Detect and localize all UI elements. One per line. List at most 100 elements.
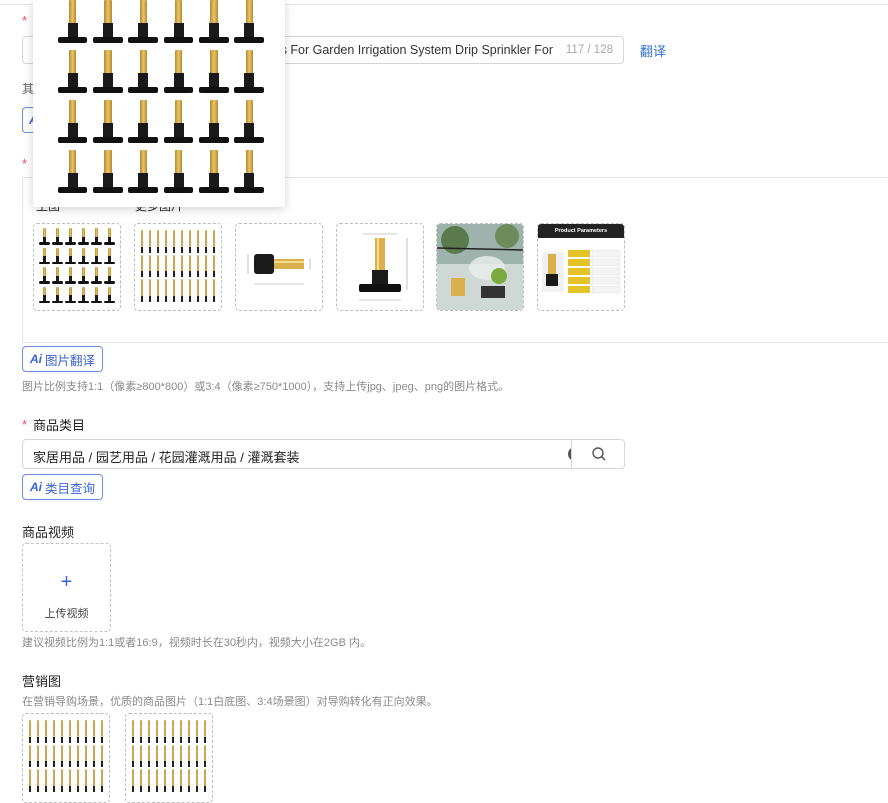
sprinkler-icon (129, 744, 137, 770)
product-image-3[interactable] (235, 223, 323, 311)
category-label: 商品类目 (33, 418, 86, 433)
category-query-label: 类目查询 (45, 481, 96, 496)
sprinkler-icon (137, 720, 145, 745)
image-translate-label: 图片翻译 (45, 353, 96, 368)
sprinkler-icon (90, 150, 125, 200)
search-icon (592, 447, 606, 461)
sprinkler-icon (170, 254, 178, 280)
translate-title-link[interactable]: 翻译 (640, 41, 666, 60)
sprinkler-icon (232, 150, 267, 200)
sprinkler-icon (90, 50, 125, 100)
sprinkler-icon (154, 254, 162, 280)
image-help-text: 图片比例支持1:1（像素≥800*800）或3:4（像素≥750*1000），支… (22, 381, 510, 393)
sprinkler-icon (178, 254, 186, 280)
sprinkler-icon (161, 769, 169, 794)
sprinkler-icon (103, 247, 116, 268)
product-image-1[interactable] (33, 223, 121, 311)
ai-icon: Ai (30, 480, 42, 494)
garden-photo (437, 224, 523, 310)
sprinkler-icon (98, 744, 106, 770)
sprinkler-icon (74, 769, 82, 794)
sprinkler-icon (129, 720, 137, 745)
sprinkler-icon (194, 254, 202, 280)
sprinkler-icon (201, 744, 209, 770)
category-input[interactable]: 家居用品 / 园艺用品 / 花园灌溉用品 / 灌溉套装 ✕ (22, 439, 592, 469)
sprinkler-icon (26, 720, 34, 745)
sprinkler-icon (82, 720, 90, 745)
category-search-button[interactable] (571, 439, 625, 469)
sprinkler-icon (186, 279, 194, 304)
title-char-counter: 117 / 128 (565, 44, 613, 56)
video-label: 商品视频 (22, 525, 75, 540)
sprinkler-icon (162, 254, 170, 280)
product-image-6[interactable]: Product Parameters (537, 223, 625, 311)
sprinkler-icon (194, 230, 202, 255)
image-preview-popup (33, 0, 285, 207)
sprinkler-icon (210, 254, 218, 280)
sprinkler-icon (90, 228, 103, 248)
sprinkler-icon (232, 50, 267, 100)
sprinkler-icon (193, 720, 201, 745)
sprinkler-icon (145, 720, 153, 745)
marketing-help-text: 在营销导购场景，优质的商品图片（1:1白底图、3:4场景图）对导购转化有正向效果… (22, 696, 438, 708)
sprinkler-icon (77, 247, 90, 268)
sprinkler-icon (185, 769, 193, 794)
sprinkler-icon (137, 744, 145, 770)
sprinkler-icon (26, 744, 34, 770)
sprinkler-icon (153, 720, 161, 745)
sprinkler-icon (232, 0, 267, 50)
sprinkler-icon (58, 769, 66, 794)
sprinkler-icon (64, 267, 77, 287)
category-query-button[interactable]: Ai 类目查询 (22, 474, 104, 500)
sprinkler-icon (161, 744, 169, 770)
product-image-4[interactable] (336, 223, 424, 311)
category-value: 家居用品 / 园艺用品 / 花园灌溉用品 / 灌溉套装 (33, 450, 300, 465)
sprinkler-icon (202, 230, 210, 255)
sprinkler-icon (146, 279, 154, 304)
ai-icon: Ai (30, 352, 42, 366)
sprinkler-icon (178, 279, 186, 304)
sprinkler-icon (138, 230, 146, 255)
sprinkler-icon (201, 720, 209, 745)
sprinkler-icon (161, 150, 196, 200)
product-image-2[interactable] (134, 223, 222, 311)
sprinkler-icon (42, 720, 50, 745)
sprinkler-icon (90, 720, 98, 745)
sprinkler-icon (90, 744, 98, 770)
sprinkler-icon (129, 769, 137, 794)
sprinkler-icon (55, 150, 90, 200)
sprinkler-icon (64, 286, 77, 307)
title-input-value: s For Garden Irrigation System Drip Spri… (280, 43, 553, 57)
sprinkler-icon (126, 100, 161, 150)
sprinkler-icon (138, 279, 146, 304)
sprinkler-icon (51, 247, 64, 268)
sprinkler-icon (90, 100, 125, 150)
sprinkler-icon (196, 50, 231, 100)
sprinkler-icon (186, 254, 194, 280)
sprinkler-icon (145, 769, 153, 794)
sprinkler-icon (177, 720, 185, 745)
sprinkler-icon (90, 769, 98, 794)
sprinkler-icon (162, 230, 170, 255)
product-image-5[interactable] (436, 223, 524, 311)
sprinkler-icon (66, 720, 74, 745)
images-required-mark: * (22, 156, 28, 171)
sprinkler-icon (74, 744, 82, 770)
image-translate-button[interactable]: Ai 图片翻译 (22, 346, 104, 372)
sprinkler-icon (82, 769, 90, 794)
parameters-caption: Product Parameters (554, 228, 608, 234)
sprinkler-icon (196, 0, 231, 50)
sprinkler-icon (170, 230, 178, 255)
sprinkler-grid (55, 0, 267, 200)
sprinkler-icon (185, 744, 193, 770)
category-required-mark: * (22, 417, 28, 432)
sprinkler-icon (42, 769, 50, 794)
title-required-mark: * (22, 13, 28, 28)
upload-video-text: 上传视频 (44, 608, 89, 620)
sprinkler-icon (178, 230, 186, 255)
sprinkler-icon (154, 230, 162, 255)
sprinkler-icon (51, 286, 64, 307)
video-upload-box[interactable]: + 上传视频 (22, 543, 111, 632)
sprinkler-grid (26, 720, 106, 794)
sprinkler-icon (196, 100, 231, 150)
